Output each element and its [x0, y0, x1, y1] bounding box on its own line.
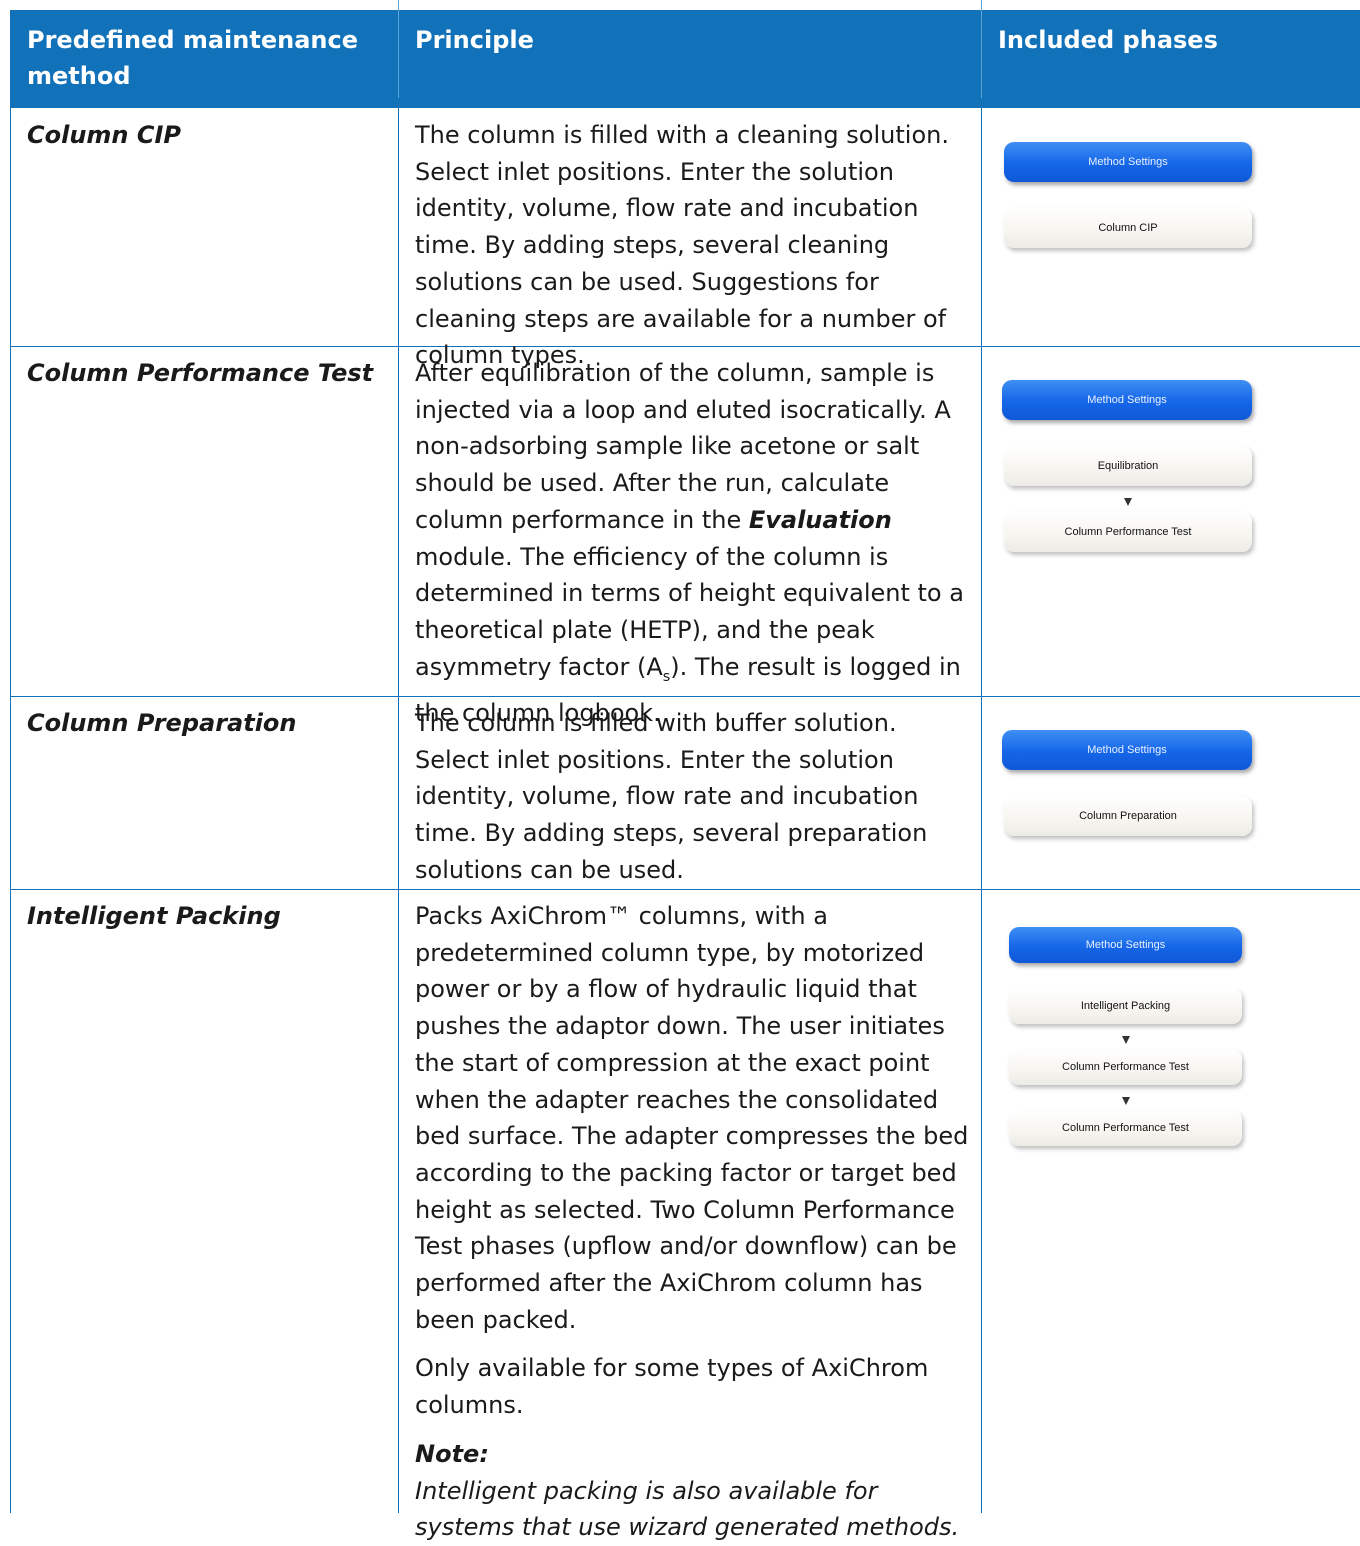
table-border-left: [10, 108, 11, 1513]
phase-column-performance-test: Column Performance Test: [1009, 1049, 1242, 1085]
note-text: Intelligent packing is also available fo…: [415, 1476, 960, 1542]
phase-intelligent-packing: Intelligent Packing: [1009, 988, 1242, 1024]
method-name: Column Performance Test: [27, 359, 374, 387]
arrow-down-icon: [1122, 1097, 1130, 1105]
phase-method-settings: Method Settings: [1002, 730, 1252, 770]
header-method: Predefined maintenance method: [27, 26, 358, 90]
phase-method-settings: Method Settings: [1004, 142, 1252, 182]
phase-method-settings: Method Settings: [1009, 927, 1242, 963]
header-phases: Included phases: [998, 26, 1218, 54]
column-divider: [398, 108, 399, 1513]
method-name: Intelligent Packing: [27, 902, 281, 930]
column-divider: [981, 108, 982, 1513]
arrow-down-icon: [1122, 1036, 1130, 1044]
phase-equilibration: Equilibration: [1004, 446, 1252, 486]
evaluation-module-name: Evaluation: [748, 505, 892, 534]
header-principle: Principle: [415, 26, 534, 54]
phase-column-preparation: Column Preparation: [1004, 796, 1252, 836]
principle-text: The column is filled with a cleaning sol…: [415, 121, 949, 370]
method-name: Column Preparation: [27, 709, 297, 737]
phase-method-settings: Method Settings: [1002, 380, 1252, 420]
row-divider: [10, 889, 1360, 890]
phase-column-cip: Column CIP: [1004, 208, 1252, 248]
maintenance-methods-table: Predefined maintenance method Principle …: [0, 0, 1360, 1541]
phase-column-performance-test: Column Performance Test: [1004, 512, 1252, 552]
principle-text: After equilibration of the column, sampl…: [415, 359, 964, 728]
principle-text: The column is filled with buffer solutio…: [415, 709, 928, 884]
arrow-down-icon: [1124, 498, 1132, 506]
method-name: Column CIP: [27, 121, 181, 149]
note-title: Note:: [415, 1439, 489, 1468]
principle-text: Packs AxiChrom™ columns, with a predeter…: [415, 898, 970, 1546]
header-divider: [398, 0, 399, 98]
header-divider: [981, 0, 982, 98]
phase-column-performance-test: Column Performance Test: [1009, 1110, 1242, 1146]
